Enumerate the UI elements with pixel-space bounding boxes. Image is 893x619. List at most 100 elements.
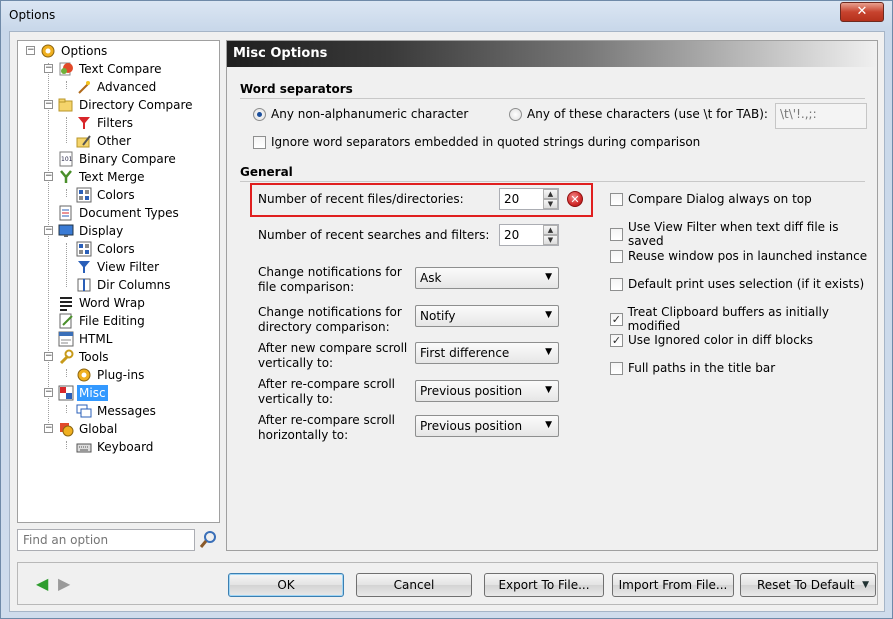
dropdown-arrow-icon: ▼ (545, 420, 552, 430)
plugin-gear-icon (76, 367, 92, 383)
recent-files-spinner[interactable]: 20 ▲ ▼ (499, 188, 559, 210)
tree-item-label: Misc (77, 385, 108, 401)
tree-item-label: HTML (79, 332, 113, 346)
dropdown-arrow-icon: ▼ (545, 385, 552, 395)
checkbox-box[interactable] (610, 277, 623, 291)
tree-connector (66, 243, 67, 287)
chk-clipboard-modified[interactable]: ✓ Treat Clipboard buffers as initially m… (610, 305, 877, 333)
checkbox-label: Use Ignored color in diff blocks (628, 333, 814, 347)
checkbox-box[interactable] (610, 227, 623, 241)
checkbox-box[interactable] (253, 135, 266, 149)
close-button[interactable]: ✕ (840, 2, 884, 22)
chk-reuse-window-pos[interactable]: Reuse window pos in launched instance (610, 249, 867, 263)
spin-down-icon[interactable]: ▼ (543, 235, 558, 245)
collapse-toggle[interactable]: − (44, 352, 53, 361)
notif-file-select[interactable]: Ask ▼ (415, 267, 559, 289)
ignore-quoted-checkbox[interactable]: Ignore word separators embedded in quote… (253, 135, 700, 149)
chk-full-paths-title[interactable]: Full paths in the title bar (610, 361, 775, 375)
tree-item-other[interactable]: Other (76, 132, 133, 150)
tree-item-directory-compare[interactable]: Directory Compare (58, 96, 195, 114)
checkbox-box[interactable] (610, 192, 623, 206)
tree-item-label: Document Types (79, 206, 179, 220)
tree-item-text-merge[interactable]: Text Merge (58, 168, 147, 186)
tree-item-display-colors[interactable]: Colors (76, 240, 137, 258)
tree-item-tools[interactable]: Tools (58, 348, 111, 366)
checkbox-label: Reuse window pos in launched instance (628, 249, 868, 263)
options-tree[interactable]: − − − − − − − − Options Text Compare Adv… (17, 40, 220, 523)
recent-searches-label: Number of recent searches and filters: (258, 228, 490, 242)
tree-item-file-editing[interactable]: File Editing (58, 312, 147, 330)
tree-item-options[interactable]: Options (40, 42, 109, 60)
forward-arrow-icon[interactable]: ▶ (58, 576, 70, 592)
tree-item-advanced[interactable]: Advanced (76, 78, 158, 96)
dropdown-arrow-icon[interactable]: ▼ (862, 574, 869, 596)
checkbox-box[interactable] (610, 361, 623, 375)
tree-item-label: View Filter (97, 260, 160, 274)
tree-item-plug-ins[interactable]: Plug-ins (76, 366, 146, 384)
find-option-input[interactable] (17, 529, 195, 551)
radio-these-characters[interactable]: Any of these characters (use \t for TAB)… (509, 107, 768, 121)
spin-up-icon[interactable]: ▲ (543, 225, 558, 235)
tree-item-dir-columns[interactable]: Dir Columns (76, 276, 173, 294)
tree-item-view-filter[interactable]: View Filter (76, 258, 161, 276)
checkbox-box[interactable] (610, 249, 623, 263)
collapse-toggle[interactable]: − (44, 388, 53, 397)
tree-item-document-types[interactable]: Document Types (58, 204, 181, 222)
notif-dir-select[interactable]: Notify ▼ (415, 305, 559, 327)
dropdown-arrow-icon: ▼ (545, 310, 552, 320)
after-re-v-select[interactable]: Previous position ▼ (415, 380, 559, 402)
tree-item-label: Messages (97, 404, 156, 418)
after-new-label: After new compare scroll vertically to: (258, 341, 408, 370)
chk-view-filter-saved[interactable]: Use View Filter when text diff file is s… (610, 220, 877, 248)
tree-item-text-compare[interactable]: Text Compare (58, 60, 164, 78)
checkbox-box[interactable]: ✓ (610, 312, 623, 326)
chk-default-print-selection[interactable]: Default print uses selection (if it exis… (610, 277, 864, 291)
word-wrap-icon (58, 295, 74, 311)
chk-ignored-color[interactable]: ✓ Use Ignored color in diff blocks (610, 333, 813, 347)
ok-button[interactable]: OK (228, 573, 344, 597)
collapse-toggle[interactable]: − (44, 226, 53, 235)
separator-chars-field[interactable]: \t\'!.,;: (775, 103, 867, 129)
window-title: Options (9, 8, 56, 22)
radio-any-non-alphanumeric[interactable]: Any non-alphanumeric character (253, 107, 468, 121)
tree-item-filters[interactable]: Filters (76, 114, 135, 132)
chk-compare-dialog-on-top[interactable]: Compare Dialog always on top (610, 192, 812, 206)
spin-down-icon[interactable]: ▼ (543, 199, 558, 209)
spin-up-icon[interactable]: ▲ (543, 189, 558, 199)
tree-item-global[interactable]: Global (58, 420, 119, 438)
radio-button[interactable] (509, 107, 522, 121)
tree-item-binary-compare[interactable]: 101 Binary Compare (58, 150, 178, 168)
tree-item-misc[interactable]: Misc (58, 384, 108, 402)
tree-item-display[interactable]: Display (58, 222, 125, 240)
cancel-button[interactable]: Cancel (356, 573, 472, 597)
recent-searches-spinner[interactable]: 20 ▲ ▼ (499, 224, 559, 246)
tree-item-messages[interactable]: Messages (76, 402, 158, 420)
tree-item-word-wrap[interactable]: Word Wrap (58, 294, 147, 312)
tree-item-label: Binary Compare (79, 152, 176, 166)
text-compare-icon (58, 61, 74, 77)
after-re-h-select[interactable]: Previous position ▼ (415, 415, 559, 437)
misc-icon (58, 385, 74, 401)
checkbox-box[interactable]: ✓ (610, 333, 623, 347)
dropdown-arrow-icon: ▼ (545, 347, 552, 357)
import-from-file-button[interactable]: Import From File... (612, 573, 734, 597)
tree-connector (66, 369, 67, 377)
tree-item-keyboard[interactable]: Keyboard (76, 438, 155, 456)
tree-item-label: Directory Compare (79, 98, 193, 112)
collapse-toggle[interactable]: − (44, 64, 53, 73)
tree-item-colors[interactable]: Colors (76, 186, 137, 204)
binary-icon: 101 (58, 151, 74, 167)
radio-button[interactable] (253, 107, 266, 121)
collapse-toggle[interactable]: − (44, 172, 53, 181)
options-gear-icon (40, 43, 56, 59)
back-arrow-icon[interactable]: ◀ (36, 576, 48, 592)
export-to-file-button[interactable]: Export To File... (484, 573, 604, 597)
after-new-select[interactable]: First difference ▼ (415, 342, 559, 364)
collapse-toggle[interactable]: − (44, 100, 53, 109)
reset-to-default-button[interactable]: Reset To Default ▼ (740, 573, 876, 597)
title-bar[interactable]: Options ✕ (1, 1, 892, 31)
collapse-toggle[interactable]: − (44, 424, 53, 433)
collapse-toggle[interactable]: − (26, 46, 35, 55)
search-icon[interactable] (198, 529, 220, 551)
tree-item-html[interactable]: HTML (58, 330, 114, 348)
